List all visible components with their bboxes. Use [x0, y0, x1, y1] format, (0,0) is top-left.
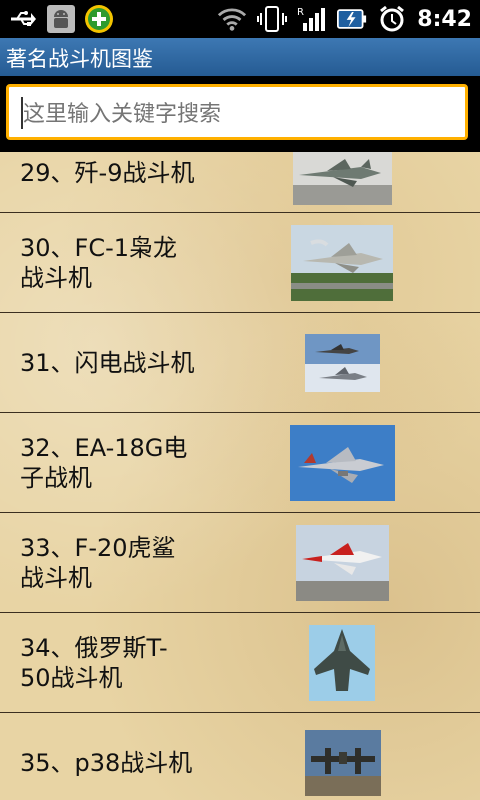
status-bar: R 8:42: [0, 0, 480, 38]
red-white-jet-photo: [296, 524, 389, 601]
two-jets-photo: [305, 333, 380, 392]
list-item[interactable]: 32、EA-18G电子战机: [0, 413, 480, 513]
list-item-label: 29、歼-9战斗机: [20, 159, 195, 187]
list-item[interactable]: 30、FC-1枭龙战斗机: [0, 213, 480, 313]
clock: 8:42: [417, 6, 472, 32]
list-item[interactable]: 33、F-20虎鲨战斗机: [0, 513, 480, 613]
list-item[interactable]: 29、歼-9战斗机: [0, 152, 480, 213]
system-icons: R 8:42: [217, 4, 472, 34]
blue-sky-jet-photo: [290, 424, 395, 501]
list-item-label: 31、闪电战斗机: [20, 348, 195, 377]
list-item-label: 32、EA-18G电子战机: [20, 433, 188, 492]
list-item[interactable]: 31、闪电战斗机: [0, 313, 480, 413]
list-item[interactable]: 35、p38战斗机: [0, 713, 480, 800]
list-item[interactable]: 34、俄罗斯T-50战斗机: [0, 613, 480, 713]
usb-icon: [8, 4, 38, 34]
fighter-list: 29、歼-9战斗机 30、FC-1枭龙战斗机 31、闪电战斗机 32、EA-18…: [0, 152, 480, 800]
search-input[interactable]: [21, 91, 461, 137]
notification-icons: [8, 4, 114, 34]
battery-charging-icon: [337, 4, 367, 34]
search-box[interactable]: [6, 84, 468, 140]
vibrate-icon: [257, 4, 288, 34]
gray-fighter-photo: [293, 152, 392, 205]
fighter-takeoff-photo: [291, 224, 393, 301]
list-item-label: 33、F-20虎鲨战斗机: [20, 533, 176, 592]
list-item-label: 34、俄罗斯T-50战斗机: [20, 633, 168, 692]
search-bar: [0, 76, 480, 152]
title-bar: 著名战斗机图鉴: [0, 38, 480, 76]
fighter-list-container[interactable]: 29、歼-9战斗机 30、FC-1枭龙战斗机 31、闪电战斗机 32、EA-18…: [0, 152, 480, 800]
app-title: 著名战斗机图鉴: [6, 47, 153, 71]
add-green-icon: [84, 4, 114, 34]
alarm-icon: [377, 4, 407, 34]
svg-text:R: R: [297, 7, 304, 18]
list-item-label: 35、p38战斗机: [20, 748, 193, 777]
wifi-icon: [217, 4, 247, 34]
stealth-jet-photo: [309, 624, 375, 701]
p38-photo: [305, 729, 381, 796]
android-icon: [46, 4, 76, 34]
signal-icon: R: [297, 4, 327, 34]
list-item-label: 30、FC-1枭龙战斗机: [20, 233, 178, 292]
